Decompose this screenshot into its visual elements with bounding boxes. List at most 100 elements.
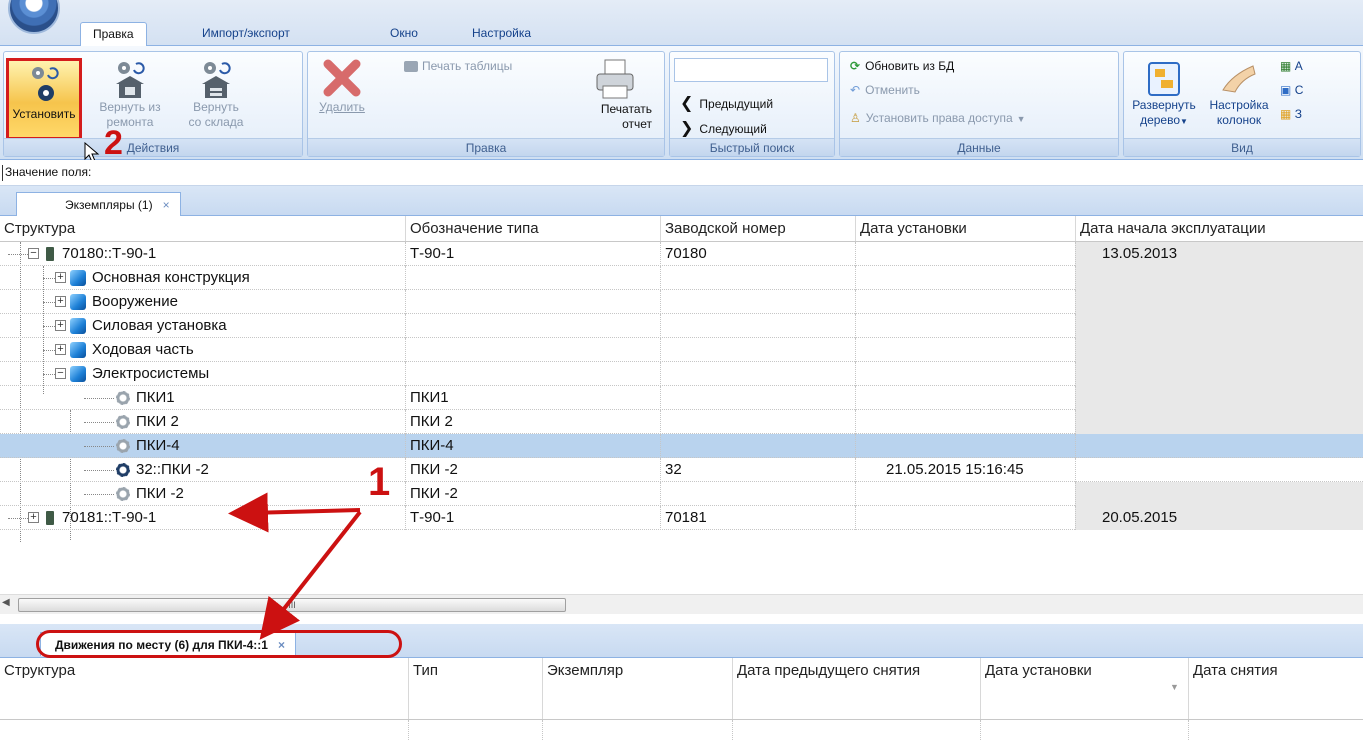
return-from-stock-button[interactable]: Вернуть со склада xyxy=(174,60,258,130)
next-button[interactable]: ❯ Следующий xyxy=(680,119,767,139)
table-row[interactable]: + Вооружение xyxy=(0,290,1363,314)
table-row[interactable]: ПКИ1 ПКИ1 xyxy=(0,386,1363,410)
cell-serial xyxy=(660,362,855,386)
table-row[interactable]: ПКИ -2 ПКИ -2 xyxy=(0,482,1363,506)
expand-tree-label-1: Развернуть xyxy=(1132,98,1196,112)
cell-install xyxy=(855,506,1075,530)
cell-serial: 32 xyxy=(660,458,855,482)
tab-edit[interactable]: Правка xyxy=(80,22,147,46)
delete-x-icon xyxy=(323,59,361,97)
col-install-date[interactable]: Дата установки xyxy=(980,658,1092,719)
cancel-button[interactable]: ↶ Отменить xyxy=(850,80,920,100)
view-small-button-1[interactable]: ▦ А xyxy=(1280,56,1303,76)
view-small-button-2[interactable]: ▣ С xyxy=(1280,80,1303,100)
column-settings-button[interactable]: Настройка колонок xyxy=(1204,60,1274,128)
col-type-designation[interactable]: Обозначение типа xyxy=(405,216,539,241)
view-small-label-1: А xyxy=(1294,59,1303,73)
group-edit-label: Правка xyxy=(308,138,664,156)
cell-serial xyxy=(660,290,855,314)
col-removal-date[interactable]: Дата снятия xyxy=(1188,658,1278,719)
print-table-button[interactable]: Печать таблицы xyxy=(404,56,512,76)
cell-serial xyxy=(660,314,855,338)
cell-serial xyxy=(660,386,855,410)
view-small-button-3[interactable]: ▦ З xyxy=(1280,104,1302,124)
table-row[interactable]: + Ходовая часть xyxy=(0,338,1363,362)
print-report-button[interactable]: Печатать отчет xyxy=(578,58,652,132)
expand-icon[interactable]: + xyxy=(55,320,66,331)
return-from-repair-button[interactable]: Вернуть из ремонта xyxy=(90,60,170,130)
cube-icon xyxy=(70,270,86,286)
cell-start xyxy=(1075,434,1363,458)
col-instance[interactable]: Экземпляр xyxy=(542,658,623,719)
cell-start xyxy=(1075,290,1363,314)
cell-start xyxy=(1075,362,1363,386)
table-row[interactable]: + Силовая установка xyxy=(0,314,1363,338)
gear-installed-icon xyxy=(116,463,130,477)
table-row[interactable]: − 70180::Т-90-1 Т-90-1 70180 13.05.2013 xyxy=(0,242,1363,266)
ribbon-tab-row: Правка Импорт/экспорт Окно Настройка xyxy=(0,0,1363,46)
cell-start xyxy=(1075,266,1363,290)
horizontal-scrollbar[interactable]: ◀ III xyxy=(0,594,1363,614)
set-access-rights-button[interactable]: ♙ Установить права доступа ▼ xyxy=(850,108,1026,128)
previous-button[interactable]: ❮ Предыдущий xyxy=(680,94,773,114)
expand-icon[interactable]: + xyxy=(55,296,66,307)
chevron-right-icon: ❯ xyxy=(680,120,694,137)
access-label: Установить права доступа xyxy=(865,111,1013,125)
delete-button[interactable]: Удалить xyxy=(312,56,372,115)
group-actions-label: Действия xyxy=(4,138,302,156)
cell-start: 20.05.2015 xyxy=(1075,506,1363,530)
cell-serial xyxy=(660,434,855,458)
cell-start xyxy=(1075,338,1363,362)
app-menu-orb[interactable] xyxy=(8,0,60,34)
col-structure[interactable]: Структура xyxy=(0,658,75,719)
cell-type xyxy=(405,290,660,314)
collapse-icon[interactable]: − xyxy=(28,248,39,259)
tab-import-export[interactable]: Импорт/экспорт xyxy=(190,22,302,46)
cell-install xyxy=(855,482,1075,506)
col-install-date[interactable]: Дата установки xyxy=(855,216,967,241)
tab-settings[interactable]: Настройка xyxy=(460,22,543,46)
col-serial-number[interactable]: Заводской номер xyxy=(660,216,786,241)
cell-type: ПКИ -2 xyxy=(405,458,660,482)
col-type[interactable]: Тип xyxy=(408,658,438,719)
table-row[interactable]: − Электросистемы xyxy=(0,362,1363,386)
quick-search-input[interactable] xyxy=(674,58,828,82)
install-button[interactable]: Установить xyxy=(6,58,82,140)
expand-icon[interactable]: + xyxy=(28,512,39,523)
col-structure[interactable]: Структура xyxy=(0,216,75,241)
tab-instances[interactable]: Экземпляры (1) × xyxy=(16,192,181,216)
close-icon[interactable]: × xyxy=(163,198,170,212)
cell-serial xyxy=(660,338,855,362)
col-prev-removal-date[interactable]: Дата предыдущего снятия xyxy=(732,658,962,719)
gear-icon xyxy=(116,487,130,501)
expand-tree-button[interactable]: Развернуть дерево▼ xyxy=(1128,60,1200,129)
table-row[interactable]: 32::ПКИ -2 ПКИ -2 32 21.05.2015 15:16:45 xyxy=(0,458,1363,482)
table-row[interactable]: + 70181::Т-90-1 Т-90-1 70181 20.05.2015 xyxy=(0,506,1363,530)
scroll-thumb[interactable]: III xyxy=(18,598,566,612)
instances-grid: − 70180::Т-90-1 Т-90-1 70180 13.05.2013 … xyxy=(0,242,1363,594)
printer-icon xyxy=(596,59,634,99)
gear-icon xyxy=(116,415,130,429)
cell-start: 13.05.2013 xyxy=(1075,242,1363,266)
cell-type xyxy=(405,266,660,290)
scroll-left-arrow-icon[interactable]: ◀ xyxy=(2,597,10,608)
field-value-bar: Значение поля: xyxy=(0,160,1363,186)
refresh-label: Обновить из БД xyxy=(865,59,955,73)
tab-window[interactable]: Окно xyxy=(378,22,430,46)
cell-serial: 70181 xyxy=(660,506,855,530)
cell-structure: 70180::Т-90-1 xyxy=(62,245,157,262)
table-row[interactable]: ПКИ 2 ПКИ 2 xyxy=(0,410,1363,434)
col-start-date[interactable]: Дата начала эксплуатации xyxy=(1075,216,1266,241)
view-small-label-3: З xyxy=(1294,107,1302,121)
collapse-icon[interactable]: − xyxy=(55,368,66,379)
cell-type: Т-90-1 xyxy=(405,242,660,266)
cell-start xyxy=(1075,386,1363,410)
cell-structure: ПКИ 2 xyxy=(136,413,179,430)
expand-icon[interactable]: + xyxy=(55,272,66,283)
table-row-selected[interactable]: ПКИ-4 ПКИ-4 xyxy=(0,434,1363,458)
sort-arrow-icon: ▼ xyxy=(1170,682,1179,692)
expand-icon[interactable]: + xyxy=(55,344,66,355)
refresh-from-db-button[interactable]: ⟳ Обновить из БД xyxy=(850,56,954,76)
cell-start xyxy=(1075,458,1363,482)
table-row[interactable]: + Основная конструкция xyxy=(0,266,1363,290)
